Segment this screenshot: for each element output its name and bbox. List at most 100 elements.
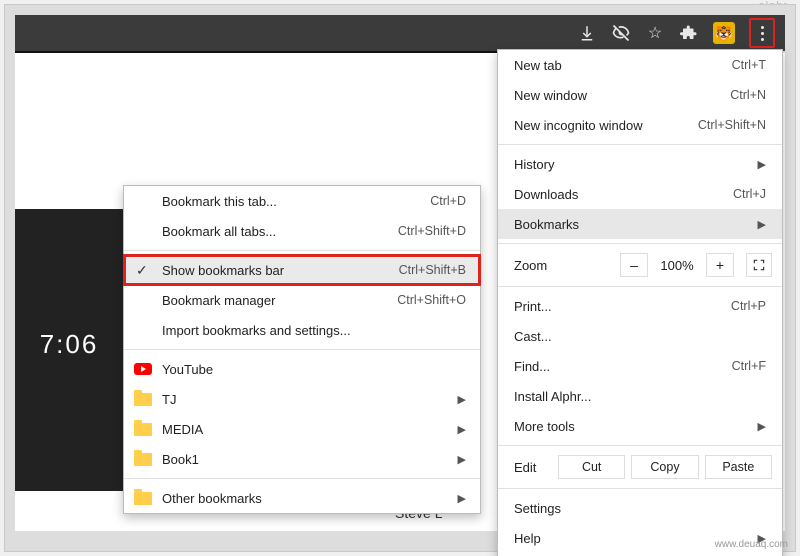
bookmark-label: Other bookmarks bbox=[162, 491, 458, 506]
menu-item-label: Install Alphr... bbox=[514, 389, 766, 404]
menu-more-tools[interactable]: More tools ▶ bbox=[498, 411, 782, 441]
menu-item-shortcut: Ctrl+N bbox=[730, 88, 766, 102]
bookmark-folder-book1[interactable]: Book1 ▶ bbox=[124, 444, 480, 474]
url-watermark: www.deuaq.com bbox=[715, 539, 788, 550]
menu-import-bookmarks[interactable]: Import bookmarks and settings... bbox=[124, 315, 480, 345]
star-icon[interactable]: ☆ bbox=[645, 23, 665, 43]
youtube-icon bbox=[134, 361, 152, 377]
clock-display: 7:06 bbox=[40, 329, 99, 360]
bookmark-label: TJ bbox=[162, 392, 458, 407]
menu-separator bbox=[498, 144, 782, 145]
chevron-right-icon: ▶ bbox=[758, 218, 766, 231]
menu-separator bbox=[498, 243, 782, 244]
menu-find[interactable]: Find... Ctrl+F bbox=[498, 351, 782, 381]
window-frame: ☆ 🐯 Free ecution k and can result in the… bbox=[4, 4, 796, 552]
zoom-out-button[interactable]: – bbox=[620, 253, 648, 277]
bookmark-youtube[interactable]: YouTube bbox=[124, 354, 480, 384]
menu-new-tab[interactable]: New tab Ctrl+T bbox=[498, 50, 782, 80]
menu-bookmark-this-tab[interactable]: Bookmark this tab... Ctrl+D bbox=[124, 186, 480, 216]
menu-bookmark-all-tabs[interactable]: Bookmark all tabs... Ctrl+Shift+D bbox=[124, 216, 480, 246]
bookmark-folder-tj[interactable]: TJ ▶ bbox=[124, 384, 480, 414]
menu-item-label: History bbox=[514, 157, 758, 172]
menu-separator bbox=[498, 488, 782, 489]
menu-downloads[interactable]: Downloads Ctrl+J bbox=[498, 179, 782, 209]
menu-settings[interactable]: Settings bbox=[498, 493, 782, 523]
menu-bookmark-manager[interactable]: Bookmark manager Ctrl+Shift+O bbox=[124, 285, 480, 315]
menu-item-shortcut: Ctrl+Shift+D bbox=[398, 224, 466, 238]
menu-item-label: Bookmark all tabs... bbox=[162, 224, 398, 239]
eye-off-icon[interactable] bbox=[611, 23, 631, 43]
bookmark-label: YouTube bbox=[162, 362, 466, 377]
menu-item-shortcut: Ctrl+T bbox=[732, 58, 766, 72]
edit-label: Edit bbox=[514, 460, 552, 475]
zoom-in-button[interactable]: + bbox=[706, 253, 734, 277]
chevron-right-icon: ▶ bbox=[758, 158, 766, 171]
menu-item-label: New window bbox=[514, 88, 730, 103]
menu-item-label: Print... bbox=[514, 299, 731, 314]
chevron-right-icon: ▶ bbox=[458, 393, 466, 406]
menu-bookmarks[interactable]: Bookmarks ▶ bbox=[498, 209, 782, 239]
menu-item-shortcut: Ctrl+Shift+B bbox=[399, 263, 466, 277]
menu-separator bbox=[498, 445, 782, 446]
menu-separator bbox=[124, 478, 480, 479]
menu-separator bbox=[124, 349, 480, 350]
kebab-menu-button[interactable] bbox=[749, 18, 775, 48]
cut-button[interactable]: Cut bbox=[558, 455, 625, 479]
folder-icon bbox=[134, 451, 152, 467]
menu-item-label: Downloads bbox=[514, 187, 733, 202]
zoom-label: Zoom bbox=[514, 258, 614, 273]
menu-cast[interactable]: Cast... bbox=[498, 321, 782, 351]
menu-item-label: Cast... bbox=[514, 329, 766, 344]
chevron-right-icon: ▶ bbox=[458, 453, 466, 466]
menu-item-label: New tab bbox=[514, 58, 732, 73]
menu-item-shortcut: Ctrl+J bbox=[733, 187, 766, 201]
fullscreen-button[interactable] bbox=[746, 253, 772, 277]
menu-print[interactable]: Print... Ctrl+P bbox=[498, 291, 782, 321]
menu-history[interactable]: History ▶ bbox=[498, 149, 782, 179]
menu-zoom-row: Zoom – 100% + bbox=[498, 248, 782, 282]
menu-item-shortcut: Ctrl+Shift+N bbox=[698, 118, 766, 132]
bookmark-folder-media[interactable]: MEDIA ▶ bbox=[124, 414, 480, 444]
checkmark-icon: ✓ bbox=[136, 262, 148, 279]
menu-item-label: Bookmarks bbox=[514, 217, 758, 232]
folder-icon bbox=[134, 490, 152, 506]
menu-item-label: New incognito window bbox=[514, 118, 698, 133]
menu-item-shortcut: Ctrl+D bbox=[430, 194, 466, 208]
menu-item-label: Bookmark manager bbox=[162, 293, 397, 308]
menu-item-shortcut: Ctrl+Shift+O bbox=[397, 293, 466, 307]
menu-new-window[interactable]: New window Ctrl+N bbox=[498, 80, 782, 110]
menu-item-label: Settings bbox=[514, 501, 766, 516]
bookmark-label: Book1 bbox=[162, 452, 458, 467]
chevron-right-icon: ▶ bbox=[458, 423, 466, 436]
extensions-icon[interactable] bbox=[679, 23, 699, 43]
bookmark-folder-other[interactable]: Other bookmarks ▶ bbox=[124, 483, 480, 513]
folder-icon bbox=[134, 421, 152, 437]
menu-item-shortcut: Ctrl+F bbox=[732, 359, 766, 373]
browser-toolbar: ☆ 🐯 bbox=[15, 15, 785, 51]
page-sidebar: 7:06 bbox=[15, 209, 123, 491]
screenshot-root: alphr ☆ 🐯 Free ecution k and can result … bbox=[0, 0, 800, 556]
chevron-right-icon: ▶ bbox=[758, 420, 766, 433]
chrome-main-menu: New tab Ctrl+T New window Ctrl+N New inc… bbox=[497, 49, 783, 556]
zoom-value: 100% bbox=[654, 258, 700, 273]
menu-item-label: Find... bbox=[514, 359, 732, 374]
folder-icon bbox=[134, 391, 152, 407]
downloads-icon[interactable] bbox=[577, 23, 597, 43]
menu-new-incognito[interactable]: New incognito window Ctrl+Shift+N bbox=[498, 110, 782, 140]
kebab-icon bbox=[761, 26, 764, 41]
menu-item-label: Import bookmarks and settings... bbox=[162, 323, 466, 338]
paste-button[interactable]: Paste bbox=[705, 455, 772, 479]
menu-item-shortcut: Ctrl+P bbox=[731, 299, 766, 313]
alphr-extension-icon[interactable]: 🐯 bbox=[713, 22, 735, 44]
chevron-right-icon: ▶ bbox=[458, 492, 466, 505]
menu-edit-row: Edit Cut Copy Paste bbox=[498, 450, 782, 484]
menu-item-label: More tools bbox=[514, 419, 758, 434]
bookmark-label: MEDIA bbox=[162, 422, 458, 437]
menu-item-label: Show bookmarks bar bbox=[162, 263, 399, 278]
menu-show-bookmarks-bar[interactable]: ✓ Show bookmarks bar Ctrl+Shift+B bbox=[124, 255, 480, 285]
menu-item-label: Bookmark this tab... bbox=[162, 194, 430, 209]
menu-separator bbox=[498, 286, 782, 287]
copy-button[interactable]: Copy bbox=[631, 455, 698, 479]
bookmarks-submenu: Bookmark this tab... Ctrl+D Bookmark all… bbox=[123, 185, 481, 514]
menu-install-app[interactable]: Install Alphr... bbox=[498, 381, 782, 411]
